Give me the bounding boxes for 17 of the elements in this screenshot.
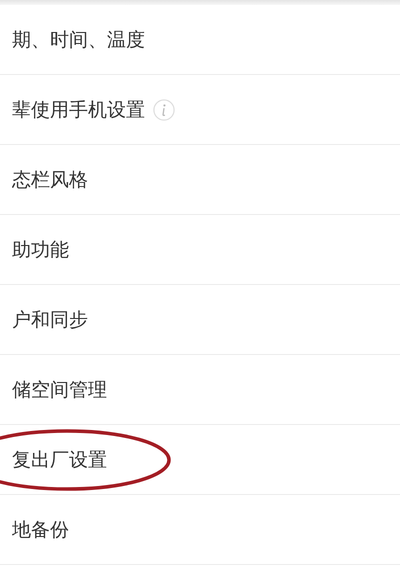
- settings-label: 储空间管理: [12, 378, 107, 402]
- settings-label: 复出厂设置: [12, 448, 107, 472]
- settings-item[interactable]: 期、时间、温度: [0, 5, 400, 75]
- settings-label: 辈使用手机设置: [12, 98, 145, 122]
- settings-item[interactable]: 储空间管理: [0, 355, 400, 425]
- settings-label: 地备份: [12, 518, 69, 542]
- settings-item[interactable]: 户和同步: [0, 285, 400, 355]
- settings-label: 助功能: [12, 238, 69, 262]
- settings-label: 户和同步: [12, 308, 88, 332]
- settings-item[interactable]: 复出厂设置: [0, 425, 400, 495]
- settings-item[interactable]: 助功能: [0, 215, 400, 285]
- info-icon[interactable]: [153, 98, 175, 120]
- settings-label: 态栏风格: [12, 168, 88, 192]
- settings-item[interactable]: 态栏风格: [0, 145, 400, 215]
- settings-item[interactable]: 地备份: [0, 495, 400, 565]
- settings-item[interactable]: 辈使用手机设置: [0, 75, 400, 145]
- settings-label: 期、时间、温度: [12, 28, 145, 52]
